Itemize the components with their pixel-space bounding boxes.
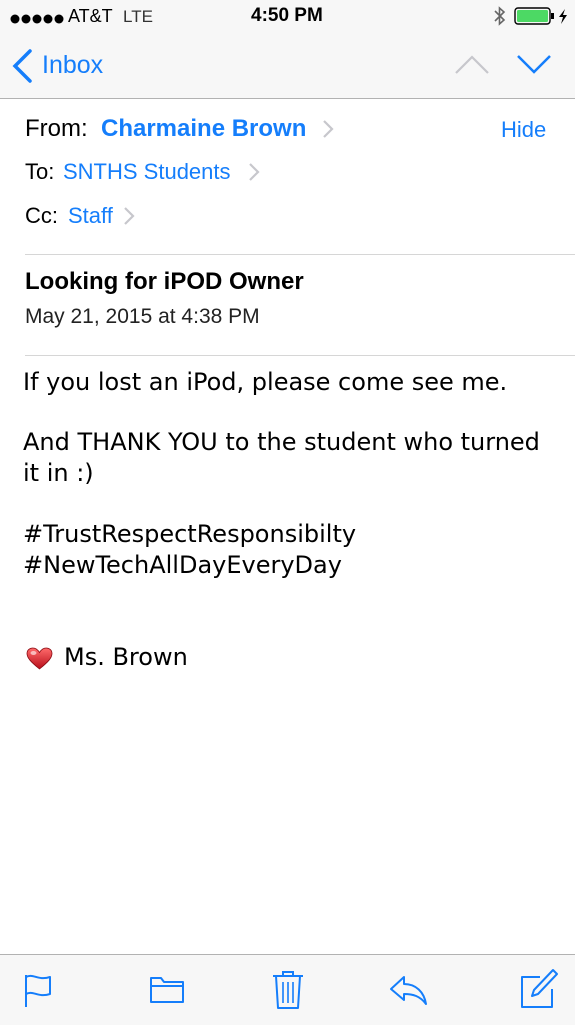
recipient-name[interactable]: SNTHS Students bbox=[63, 159, 231, 185]
signature: Ms. Brown bbox=[64, 643, 188, 671]
cc-name[interactable]: Staff bbox=[68, 203, 113, 229]
compose-button[interactable] bbox=[516, 967, 560, 1011]
message-subject: Looking for iPOD Owner bbox=[25, 268, 304, 295]
reply-icon bbox=[390, 976, 427, 1005]
navigation-bar: Inbox bbox=[0, 32, 575, 99]
next-message-button[interactable] bbox=[516, 52, 552, 81]
heart-icon bbox=[26, 647, 53, 670]
trash-button[interactable] bbox=[266, 967, 310, 1011]
previous-message-button[interactable] bbox=[454, 52, 490, 81]
sender-chevron-icon bbox=[323, 120, 334, 138]
chevron-down-icon bbox=[517, 55, 551, 74]
message-date: May 21, 2015 at 4:38 PM bbox=[25, 305, 260, 328]
hashtag-line: #NewTechAllDayEveryDay bbox=[23, 551, 342, 579]
recipient-chevron-icon bbox=[249, 163, 260, 181]
bluetooth-icon bbox=[493, 5, 507, 32]
status-bar: AT&T LTE 4:50 PM bbox=[0, 0, 575, 32]
status-time: 4:50 PM bbox=[251, 5, 323, 26]
body-line: If you lost an iPod, please come see me. bbox=[23, 368, 508, 396]
carrier-label: AT&T bbox=[68, 6, 113, 26]
flag-button[interactable] bbox=[16, 967, 60, 1011]
cc-label: Cc: bbox=[25, 203, 58, 228]
sender-name[interactable]: Charmaine Brown bbox=[101, 115, 306, 143]
move-to-folder-button[interactable] bbox=[146, 967, 190, 1011]
body-line: And THANK YOU to the student who turned bbox=[23, 428, 540, 456]
flag-icon bbox=[25, 974, 51, 1007]
hide-button[interactable]: Hide bbox=[501, 117, 546, 143]
back-chevron-icon bbox=[12, 49, 32, 83]
body-line: it in :) bbox=[23, 459, 94, 487]
chevron-up-icon bbox=[455, 55, 489, 74]
to-label: To: bbox=[25, 159, 55, 184]
hashtag-line: #TrustRespectResponsibilty bbox=[23, 520, 357, 548]
from-label: From: bbox=[25, 115, 88, 142]
cc-chevron-icon bbox=[124, 207, 135, 225]
network-label: LTE bbox=[123, 7, 153, 26]
reply-button[interactable] bbox=[386, 967, 430, 1011]
trash-icon bbox=[273, 971, 303, 1009]
signal-strength-icon bbox=[10, 11, 65, 29]
battery-icon bbox=[514, 6, 570, 31]
compose-icon bbox=[521, 969, 558, 1008]
back-button-label: Inbox bbox=[42, 51, 104, 79]
header-divider bbox=[25, 254, 575, 255]
subject-divider bbox=[25, 355, 575, 356]
folder-icon bbox=[150, 977, 184, 1003]
bottom-toolbar bbox=[0, 954, 575, 1025]
